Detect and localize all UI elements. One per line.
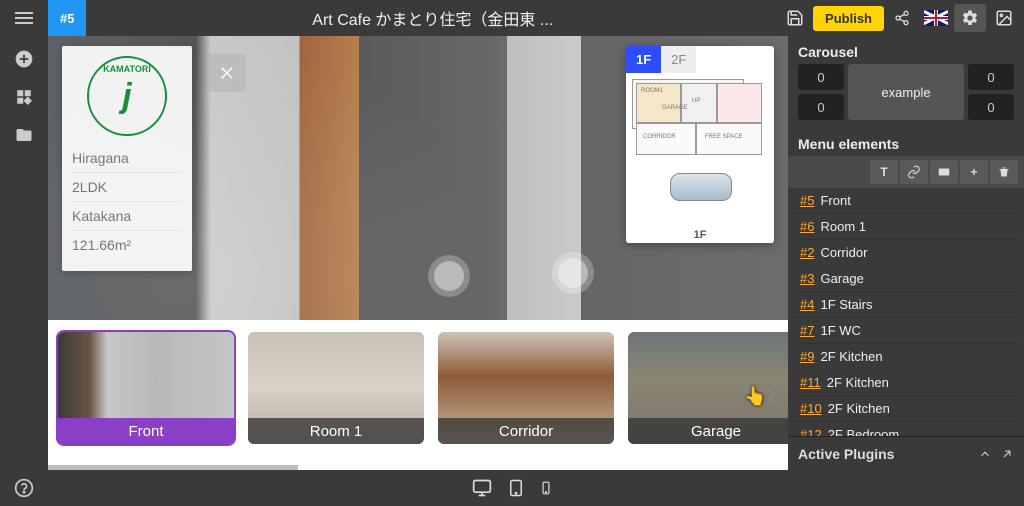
thumb-front[interactable]: Front <box>58 332 234 444</box>
logo: KAMATORI j <box>87 56 167 136</box>
menu-item[interactable]: #5 Front <box>794 188 1018 214</box>
device-icons <box>48 478 976 498</box>
menu-item-label: 1F WC <box>820 323 860 338</box>
menu-item-label: Front <box>820 193 850 208</box>
carousel-section-title: Carousel <box>788 36 1024 64</box>
menu-item[interactable]: #4 1F Stairs <box>794 292 1018 318</box>
menu-tools: T + <box>788 156 1024 188</box>
preview-area: KAMATORI j Hiragana2LDKKatakana121.66m² … <box>48 36 788 470</box>
active-plugins-header[interactable]: Active Plugins <box>788 436 1024 470</box>
add-menu-icon[interactable]: + <box>960 160 988 184</box>
hamburger-menu[interactable] <box>0 0 48 36</box>
menu-item[interactable]: #12 2F Bedroom <box>794 422 1018 436</box>
menu-item-tag: #2 <box>800 245 814 260</box>
menu-item-label: 2F Kitchen <box>820 349 882 364</box>
tablet-icon[interactable] <box>507 478 525 498</box>
text-tool-icon[interactable]: T <box>870 160 898 184</box>
carousel-val-br[interactable]: 0 <box>968 94 1014 120</box>
language-flag-icon[interactable] <box>920 4 952 32</box>
menu-item[interactable]: #11 2F Kitchen <box>794 370 1018 396</box>
menu-item-tag: #4 <box>800 297 814 312</box>
floorplan-panel: 1F2F ROOM1 UP CORRIDOR FREE SPACE GARAGE… <box>626 46 774 243</box>
help-icon[interactable] <box>0 478 48 498</box>
carousel-strip: FrontRoom 1CorridorGarage <box>48 320 788 470</box>
desktop-icon[interactable] <box>471 478 493 498</box>
floor-label: 1F <box>626 229 774 241</box>
delete-menu-icon[interactable] <box>990 160 1018 184</box>
left-nav <box>0 36 48 470</box>
menu-item-tag: #9 <box>800 349 814 364</box>
menu-item[interactable]: #7 1F WC <box>794 318 1018 344</box>
menu-item-label: 1F Stairs <box>820 297 872 312</box>
info-row: Katakana <box>72 201 182 230</box>
expand-icon[interactable] <box>1000 447 1014 461</box>
car-icon <box>670 173 732 201</box>
menu-item-tag: #12 <box>800 427 822 436</box>
folder-icon[interactable] <box>13 124 35 146</box>
close-icon[interactable] <box>208 54 246 92</box>
sidebar: Carousel 0 example 0 0 0 Menu elements T… <box>788 36 1024 470</box>
menu-item[interactable]: #3 Garage <box>794 266 1018 292</box>
menu-item-label: Garage <box>820 271 863 286</box>
info-row: Hiragana <box>72 144 182 172</box>
topbar: #5 Art Cafe かまとり住宅（金田東 ... Publish <box>0 0 1024 36</box>
info-panel: KAMATORI j Hiragana2LDKKatakana121.66m² <box>62 46 192 271</box>
carousel-val-bl[interactable]: 0 <box>798 94 844 120</box>
toolbar-right: Publish <box>779 0 1024 36</box>
menu-item[interactable]: #2 Corridor <box>794 240 1018 266</box>
menu-item-label: 2F Kitchen <box>828 401 890 416</box>
menu-item-tag: #3 <box>800 271 814 286</box>
floorplan-tab-2F[interactable]: 2F <box>661 46 696 73</box>
menu-item-tag: #10 <box>800 401 822 416</box>
thumb-label: Corridor <box>438 418 614 444</box>
menu-item-tag: #7 <box>800 323 814 338</box>
carousel-controls: 0 example 0 0 0 <box>788 64 1024 128</box>
menu-item-tag: #11 <box>800 375 821 390</box>
chevron-up-icon[interactable] <box>978 447 992 461</box>
info-row: 121.66m² <box>72 230 182 259</box>
publish-button[interactable]: Publish <box>813 6 884 31</box>
save-icon[interactable] <box>779 4 811 32</box>
menu-section-title: Menu elements <box>788 128 1024 156</box>
menu-list: #5 Front #6 Room 1 #2 Corridor #3 Garage #4 1F St… <box>788 188 1024 436</box>
thumb-label: Front <box>58 418 234 444</box>
project-title: Art Cafe かまとり住宅（金田東 ... <box>86 6 779 30</box>
logo-text: KAMATORI <box>95 64 159 128</box>
add-icon[interactable] <box>13 48 35 70</box>
panorama-tool-icon[interactable] <box>930 160 958 184</box>
scene-badge[interactable]: #5 <box>48 0 86 36</box>
share-icon[interactable] <box>886 4 918 32</box>
mobile-icon[interactable] <box>539 478 553 498</box>
carousel-val-tr[interactable]: 0 <box>968 64 1014 90</box>
thumb-corridor[interactable]: Corridor <box>438 332 614 444</box>
menu-item[interactable]: #9 2F Kitchen <box>794 344 1018 370</box>
link-tool-icon[interactable] <box>900 160 928 184</box>
menu-item-label: Room 1 <box>820 219 866 234</box>
menu-item-tag: #5 <box>800 193 814 208</box>
menu-item-tag: #6 <box>800 219 814 234</box>
hotspot-2[interactable] <box>558 258 588 288</box>
floorplan-tab-1F[interactable]: 1F <box>626 46 661 73</box>
thumb-label: Room 1 <box>248 418 424 444</box>
hotspot-1[interactable] <box>434 261 464 291</box>
info-row: 2LDK <box>72 172 182 201</box>
menu-item[interactable]: #10 2F Kitchen <box>794 396 1018 422</box>
menu-item-label: 2F Bedroom <box>828 427 900 436</box>
menu-item-label: Corridor <box>820 245 867 260</box>
carousel-next-icon[interactable] <box>756 360 786 430</box>
image-icon[interactable] <box>988 4 1020 32</box>
thumb-room-1[interactable]: Room 1 <box>248 332 424 444</box>
widgets-icon[interactable] <box>13 86 35 108</box>
bottombar <box>0 470 1024 506</box>
menu-item[interactable]: #6 Room 1 <box>794 214 1018 240</box>
floorplan-tabs: 1F2F <box>626 46 774 73</box>
gear-icon[interactable] <box>954 4 986 32</box>
menu-item-label: 2F Kitchen <box>827 375 889 390</box>
floorplan-body[interactable]: ROOM1 UP CORRIDOR FREE SPACE GARAGE 1F <box>626 73 774 243</box>
carousel-val-tl[interactable]: 0 <box>798 64 844 90</box>
carousel-center[interactable]: example <box>848 64 964 120</box>
